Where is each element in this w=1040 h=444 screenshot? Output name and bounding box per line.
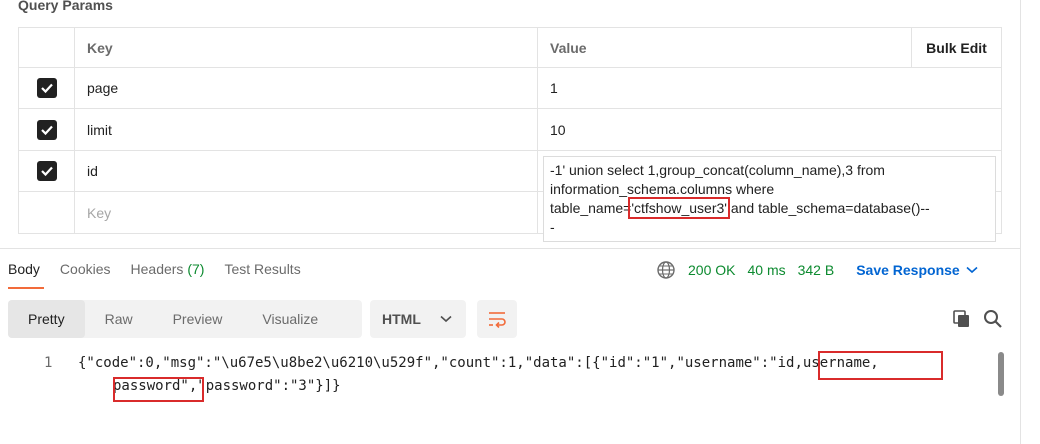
chevron-down-icon	[966, 266, 978, 274]
copy-icon[interactable]	[952, 309, 972, 329]
chevron-down-icon	[440, 315, 452, 323]
highlight-table-name: 'ctfshow_user3'	[628, 197, 730, 219]
section-title: Query Params	[18, 0, 113, 13]
table-row: page 1	[19, 68, 1002, 109]
highlight-box-columns	[818, 351, 943, 380]
tab-headers[interactable]: Headers (7)	[131, 261, 205, 277]
view-visualize[interactable]: Visualize	[242, 300, 338, 338]
table-row: limit 10	[19, 109, 1002, 151]
highlight-box-password	[113, 377, 204, 402]
param-key-page[interactable]: page	[75, 68, 538, 108]
tab-cookies[interactable]: Cookies	[60, 261, 111, 277]
view-raw[interactable]: Raw	[85, 300, 153, 338]
wrap-lines-button[interactable]	[477, 300, 517, 338]
active-tab-indicator	[8, 287, 44, 289]
check-icon	[40, 125, 53, 135]
code-line: {"code":0,"msg":"\u67e5\u8be2\u6210\u529…	[78, 355, 879, 371]
format-select[interactable]: HTML	[370, 300, 466, 338]
check-icon	[40, 166, 53, 177]
view-mode-toggle: Pretty Raw Preview Visualize	[8, 300, 362, 338]
line-number: 1	[44, 355, 53, 371]
check-icon	[40, 83, 53, 94]
param-key-limit[interactable]: limit	[75, 109, 538, 150]
tab-body[interactable]: Body	[8, 261, 40, 277]
tab-test-results[interactable]: Test Results	[224, 261, 300, 277]
param-value-limit[interactable]: 10	[538, 109, 1002, 150]
row-checkbox-page[interactable]	[36, 78, 57, 98]
param-value-editor[interactable]: -1' union select 1,group_concat(column_n…	[543, 156, 996, 242]
section-divider	[0, 248, 1020, 249]
param-value-page[interactable]: 1	[538, 68, 1002, 108]
new-key-input[interactable]: Key	[75, 192, 538, 233]
pane-divider	[1020, 0, 1021, 444]
status-code[interactable]: 200 OK	[688, 262, 735, 278]
vertical-scrollbar[interactable]	[998, 352, 1004, 396]
view-preview[interactable]: Preview	[153, 300, 243, 338]
globe-icon[interactable]	[656, 260, 676, 280]
view-pretty[interactable]: Pretty	[8, 300, 85, 338]
response-size[interactable]: 342 B	[798, 262, 835, 278]
search-icon[interactable]	[983, 309, 1003, 329]
bulk-edit-button[interactable]: Bulk Edit	[911, 28, 1002, 67]
key-column-header: Key	[75, 28, 538, 67]
param-key-id[interactable]: id	[75, 151, 538, 191]
table-header-row: Key Value Bulk Edit	[19, 28, 1002, 68]
row-checkbox-limit[interactable]	[36, 119, 57, 140]
wrap-lines-icon	[489, 312, 506, 328]
response-tabs: Body Cookies Headers (7) Test Results	[8, 261, 301, 277]
row-checkbox-id[interactable]	[36, 161, 57, 181]
save-response-button[interactable]: Save Response	[856, 262, 978, 278]
response-time[interactable]: 40 ms	[747, 262, 785, 278]
response-status-bar: 200 OK 40 ms 342 B Save Response	[656, 260, 978, 280]
headers-count: (7)	[187, 261, 205, 277]
